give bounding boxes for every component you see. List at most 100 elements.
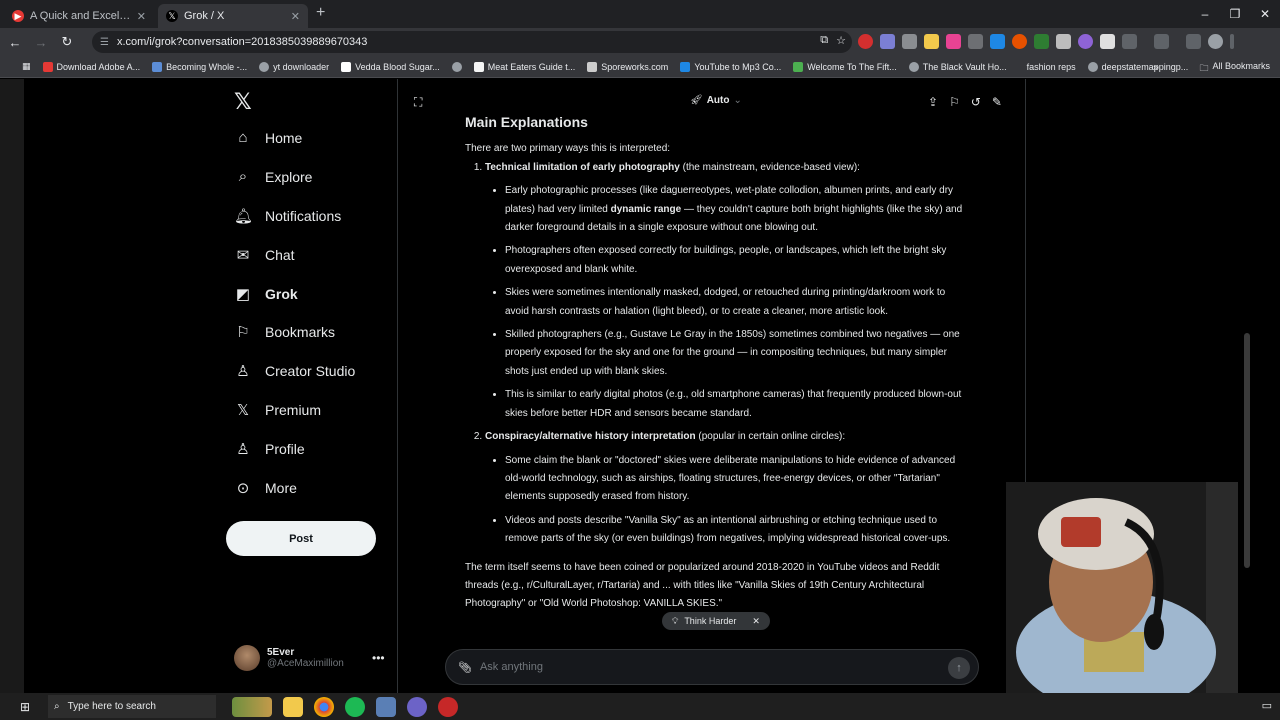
bookmark-item[interactable]: deepstatemappingp... <box>1087 61 1188 72</box>
window-controls: – ❐ ✕ <box>1190 0 1280 28</box>
taskbar-search[interactable]: ⌕ Type here to search <box>48 695 216 718</box>
tab-close-icon[interactable]: ✕ <box>137 10 146 23</box>
extension-icon[interactable] <box>880 34 895 49</box>
windows-start-icon[interactable]: ⊞ <box>20 700 44 714</box>
taskbar-search-placeholder: Type here to search <box>67 701 156 712</box>
page-scrollbar[interactable] <box>1244 83 1250 683</box>
extension-icon[interactable] <box>1012 34 1027 49</box>
new-tab-button[interactable]: + <box>316 4 325 22</box>
extension-icon[interactable] <box>968 34 983 49</box>
app-icon[interactable] <box>438 696 458 717</box>
bookmarks-overflow-icon[interactable]: » <box>1153 62 1158 72</box>
attach-icon[interactable]: 📎︎ <box>458 661 472 674</box>
bookmark-item[interactable]: YouTube to Mp3 Co... <box>680 61 781 72</box>
sidebar-item-notifications[interactable]: 🔔︎ Notifications <box>234 207 341 225</box>
think-harder-chip[interactable]: 💡︎ Think Harder ✕ <box>662 612 770 630</box>
apps-grid-icon[interactable]: ▦ <box>22 61 31 72</box>
bookmark-item[interactable]: Welcome To The Fift... <box>793 61 897 72</box>
notification-center-icon[interactable]: ▭ <box>1262 699 1272 712</box>
x-app: 𝕏 ⌂ Home ⌕ Explore 🔔︎ Notifications ✉ Ch… <box>0 79 1280 693</box>
sidebar-item-grok[interactable]: ◩ Grok <box>234 285 298 303</box>
bookmark-item[interactable]: The Black Vault Ho... <box>908 61 1007 72</box>
more-dots-icon[interactable]: ••• <box>372 651 385 665</box>
install-app-icon[interactable]: ⧉ <box>820 34 828 47</box>
x-logo-icon[interactable]: 𝕏 <box>234 89 252 115</box>
conversation-actions: ⇪ ⚐ ↺ ✎ <box>928 95 1002 109</box>
sidebar-item-premium[interactable]: 𝕏 Premium <box>234 401 321 419</box>
menu-icon[interactable] <box>1230 34 1234 49</box>
bookmark-favicon-icon <box>587 61 598 72</box>
chevron-down-icon: ⌄ <box>733 95 742 106</box>
extension-icon[interactable] <box>1078 34 1093 49</box>
extension-icon[interactable] <box>946 34 961 49</box>
sidebar-item-label: Bookmarks <box>265 324 336 340</box>
bookmark-icon: ⚐ <box>236 324 250 341</box>
send-arrow-icon[interactable]: ↑ <box>948 657 970 679</box>
back-arrow-icon[interactable]: ← <box>4 35 26 50</box>
forward-arrow-icon[interactable]: → <box>30 35 52 50</box>
section-title: Technical limitation of early photograph… <box>485 161 680 173</box>
model-mode-selector[interactable]: 🚀︎ Auto ⌄ <box>690 95 742 106</box>
extension-icon[interactable] <box>924 34 939 49</box>
post-button[interactable]: Post <box>226 521 376 556</box>
bookmark-item[interactable]: Becoming Whole -... <box>152 61 247 72</box>
ask-input[interactable] <box>479 661 920 673</box>
bookmark-item[interactable]: Meat Eaters Guide t... <box>473 61 575 72</box>
minimize-icon[interactable]: – <box>1190 0 1220 28</box>
app-icon[interactable] <box>376 696 396 717</box>
history-icon[interactable]: ↺ <box>971 95 981 109</box>
chrome-icon[interactable] <box>314 696 334 717</box>
app-icon[interactable] <box>232 696 272 717</box>
site-info-icon[interactable]: ☰ <box>100 37 109 48</box>
bookmark-item[interactable]: Sporeworks.com <box>587 61 668 72</box>
extensions-puzzle-icon[interactable] <box>1122 34 1137 49</box>
sidebar-item-bookmarks[interactable]: ⚐ Bookmarks <box>234 323 335 341</box>
media-icon[interactable] <box>1186 34 1201 49</box>
extension-icon[interactable] <box>990 34 1005 49</box>
sidebar-item-label: Profile <box>265 441 305 457</box>
extension-icon[interactable] <box>1100 34 1115 49</box>
file-explorer-icon[interactable] <box>283 696 303 717</box>
bookmark-item[interactable]: Download Adobe A... <box>42 61 140 72</box>
bookmark-item[interactable] <box>451 61 462 72</box>
bookmark-icon[interactable]: ⚐ <box>949 95 960 109</box>
left-edge-panel <box>0 79 24 693</box>
reload-icon[interactable]: ↻ <box>56 34 78 50</box>
extension-icon[interactable] <box>902 34 917 49</box>
tab-close-icon[interactable]: ✕ <box>291 10 300 23</box>
bookmark-star-icon[interactable]: ☆ <box>836 34 846 47</box>
address-bar[interactable]: ☰ x.com/i/grok?conversation=201838503988… <box>92 31 852 53</box>
sidebar-item-creator-studio[interactable]: ♙ Creator Studio <box>234 362 355 380</box>
bookmark-favicon-icon <box>42 61 53 72</box>
sidepanel-icon[interactable] <box>1154 34 1169 49</box>
app-icon[interactable] <box>407 696 427 717</box>
spotify-icon[interactable] <box>345 696 365 717</box>
new-chat-icon[interactable]: ✎ <box>992 95 1002 109</box>
sidebar-item-more[interactable]: ⊙ More <box>234 479 297 497</box>
restore-icon[interactable]: ❐ <box>1220 0 1250 28</box>
bullet-list: Early photographic processes (like dague… <box>505 182 965 423</box>
bookmark-item[interactable]: Vedda Blood Sugar... <box>341 61 440 72</box>
sidebar-item-profile[interactable]: ♙ Profile <box>234 440 305 458</box>
extension-icon[interactable] <box>1034 34 1049 49</box>
all-bookmarks-button[interactable]: 🗀 All Bookmarks <box>1199 61 1270 77</box>
expand-icon[interactable]: ⛶ <box>414 95 422 110</box>
sidebar-item-chat[interactable]: ✉ Chat <box>234 246 295 264</box>
extension-icon[interactable] <box>858 34 873 49</box>
close-window-icon[interactable]: ✕ <box>1250 0 1280 28</box>
close-icon[interactable]: ✕ <box>752 616 760 627</box>
sidebar-item-home[interactable]: ⌂ Home <box>234 129 302 146</box>
search-icon: ⌕ <box>238 168 248 185</box>
extension-icon[interactable] <box>1056 34 1071 49</box>
share-icon[interactable]: ⇪ <box>928 95 938 109</box>
scrollbar-thumb[interactable] <box>1244 333 1250 568</box>
bookmark-favicon-icon <box>908 61 919 72</box>
account-switcher[interactable]: 5Ever @AceMaximillion <box>234 645 344 671</box>
bookmark-item[interactable]: yt downloader <box>259 61 329 72</box>
browser-tab-grok[interactable]: 𝕏 Grok / X ✕ <box>158 4 308 28</box>
browser-tab-observation[interactable]: ▶ A Quick and Excellent Observati ✕ <box>4 4 154 28</box>
profile-icon[interactable] <box>1208 34 1223 49</box>
sidebar-item-label: Premium <box>265 402 322 418</box>
sidebar-item-explore[interactable]: ⌕ Explore <box>234 168 313 185</box>
bookmark-item[interactable]: fashion reps <box>1027 62 1076 72</box>
